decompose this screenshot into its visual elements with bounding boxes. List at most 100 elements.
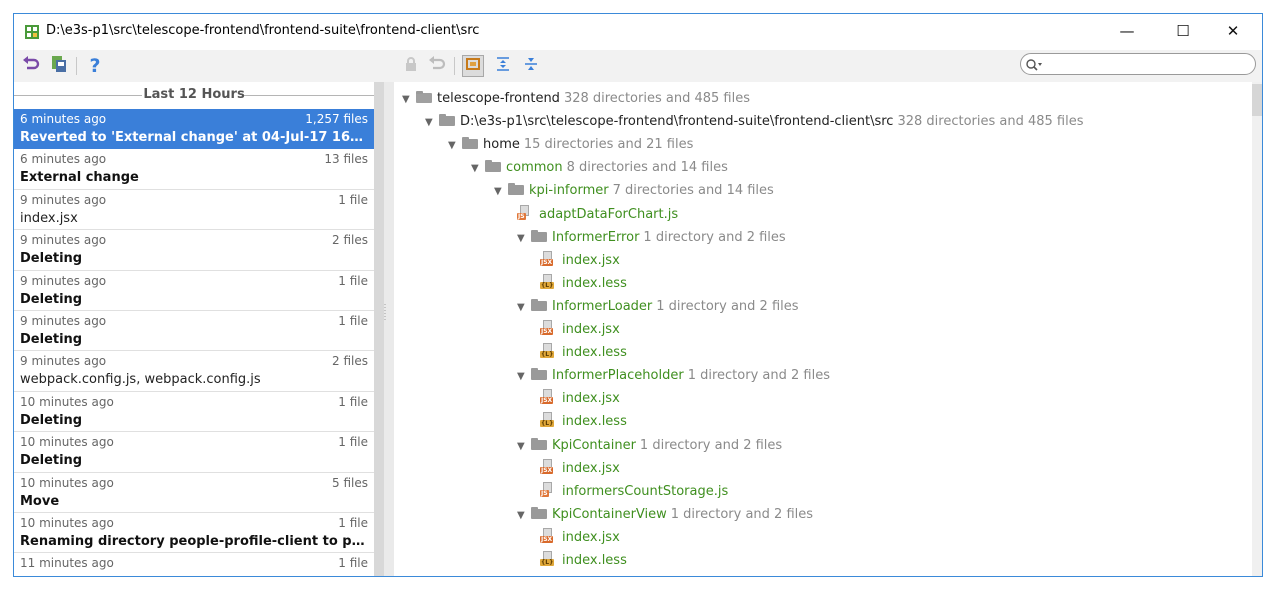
toolbar: ? <box>14 50 1262 83</box>
tree-scrollbar-thumb[interactable] <box>1252 84 1262 116</box>
tree-node-name: index.jsx <box>562 252 620 268</box>
tree-directory[interactable]: ▼ InformerError 1 directory and 2 files <box>517 228 786 248</box>
history-item[interactable]: 10 minutes ago 1 file Deleting <box>14 432 374 473</box>
less-file-icon: {L} <box>540 551 558 567</box>
expand-arrow-icon[interactable]: ▼ <box>402 90 416 110</box>
tree-node-summary: 15 directories and 21 files <box>523 137 694 153</box>
tree-file[interactable]: JSX index.jsx <box>540 320 620 340</box>
expand-arrow-icon[interactable]: ▼ <box>517 506 531 526</box>
create-patch-button[interactable] <box>48 55 70 77</box>
history-item[interactable]: 6 minutes ago 1,257 files Reverted to 'Ext… <box>14 109 374 150</box>
expand-arrow-icon[interactable]: ▼ <box>425 113 439 133</box>
minimize-button[interactable]: — <box>1104 14 1150 48</box>
tree-file[interactable]: JSX index.jsx <box>540 458 620 479</box>
history-scrollbar[interactable] <box>374 82 384 576</box>
maximize-button[interactable]: ☐ <box>1160 14 1206 48</box>
tree-directory[interactable]: ▼ InformerPlaceholder 1 directory and 2 fi… <box>517 366 830 386</box>
tree-node-name: informersCountStorage.js <box>562 483 729 499</box>
history-item[interactable]: 6 minutes ago 13 files External change <box>14 149 374 190</box>
history-item[interactable]: 9 minutes ago 2 files webpack.config.js, w… <box>14 351 374 392</box>
tree-directory[interactable]: ▼ KpiContainerView 1 directory and 2 files <box>517 505 813 525</box>
tree-file[interactable]: {L} index.less <box>540 273 627 294</box>
history-item[interactable]: 9 minutes ago 1 file Deleting <box>14 311 374 352</box>
diff-icon <box>465 56 481 76</box>
tree-directory[interactable]: ▼ telescope-frontend 328 directories and 4… <box>402 89 750 109</box>
jsx-file-icon: JSX <box>540 250 558 267</box>
tree-directory[interactable]: ▼ kpi-informer 7 directories and 14 files <box>494 181 774 201</box>
expand-arrow-icon[interactable]: ▼ <box>448 136 462 156</box>
undo-button[interactable] <box>426 55 448 77</box>
tree-directory[interactable]: ▼ common 8 directories and 14 files <box>471 158 728 178</box>
history-item-label: Renaming directory people-profile-client… <box>20 533 366 549</box>
tree-node-name: common <box>506 160 563 176</box>
folder-icon <box>531 368 547 381</box>
show-diff-button[interactable] <box>462 55 484 77</box>
tree-directory[interactable]: ▼ KpiContainer 1 directory and 2 files <box>517 436 782 456</box>
history-item[interactable]: 9 minutes ago 1 file index.jsx <box>14 190 374 231</box>
expand-arrow-icon[interactable]: ▼ <box>494 182 508 202</box>
tree-node-summary: 1 directory and 2 files <box>643 229 786 245</box>
file-type-tag: JS <box>540 489 549 497</box>
file-type-tag: JSX <box>540 466 554 474</box>
expand-arrow-icon[interactable]: ▼ <box>517 437 531 457</box>
help-button[interactable]: ? <box>84 55 106 77</box>
history-item[interactable]: 10 minutes ago 5 files Move <box>14 473 374 513</box>
tree-file[interactable]: {L} index.less <box>540 412 627 432</box>
tree-scrollbar[interactable] <box>1252 82 1262 576</box>
history-item-time: 10 minutes ago <box>20 435 114 450</box>
history-item-time: 10 minutes ago <box>20 475 114 490</box>
tree-file[interactable]: {L} index.less <box>540 551 627 571</box>
history-item[interactable]: 9 minutes ago 1 file Deleting <box>14 271 374 311</box>
history-item[interactable]: 10 minutes ago 1 file Renaming directory p… <box>14 513 374 554</box>
history-item-time: 6 minutes ago <box>20 152 107 167</box>
minimize-icon: — <box>1119 22 1135 40</box>
revert-button[interactable] <box>20 55 42 77</box>
history-item[interactable]: 11 minutes ago 1 file <box>14 553 374 576</box>
expand-all-button[interactable] <box>492 55 514 77</box>
tree-directory[interactable]: ▼ home 15 directories and 21 files <box>448 135 693 155</box>
expand-arrow-icon[interactable]: ▼ <box>517 298 531 318</box>
folder-icon <box>485 160 501 173</box>
folder-icon <box>531 437 547 450</box>
tree-file[interactable]: JSX index.jsx <box>540 389 620 409</box>
tree-node-name: D:\e3s-p1\src\telescope-frontend\fronten… <box>460 114 894 130</box>
tree-file[interactable]: JSX index.jsx <box>540 250 620 271</box>
jsx-file-icon: JSX <box>540 527 558 544</box>
history-list: 6 minutes ago 1,257 files Reverted to 'Ext… <box>14 109 374 576</box>
revert-icon <box>22 55 40 77</box>
expand-arrow-icon[interactable]: ▼ <box>517 367 531 387</box>
tree-file[interactable]: JS informersCountStorage.js <box>540 481 729 502</box>
search-input[interactable] <box>1047 55 1251 75</box>
expand-arrow-icon[interactable]: ▼ <box>517 229 531 249</box>
file-type-tag: {L} <box>540 420 555 428</box>
tree-directory[interactable]: ▼ InformerLoader 1 directory and 2 files <box>517 297 799 317</box>
file-type-tag: {L} <box>540 281 555 289</box>
tree-node-name: index.less <box>562 275 627 291</box>
history-item-time: 6 minutes ago <box>20 112 107 126</box>
tree-file[interactable]: {L} index.less <box>540 343 627 363</box>
tree-node-name: kpi-informer <box>529 183 609 199</box>
collapse-all-button[interactable] <box>520 55 542 77</box>
close-icon: ✕ <box>1226 22 1240 40</box>
history-item[interactable]: 9 minutes ago 2 files Deleting <box>14 230 374 271</box>
tree-node-summary: 1 directory and 2 files <box>670 506 814 522</box>
file-type-tag: JSX <box>540 397 554 405</box>
expand-all-icon <box>495 56 511 76</box>
file-type-tag: JSX <box>540 328 554 335</box>
history-item-time: 10 minutes ago <box>20 515 114 530</box>
tree-node-name: index.less <box>562 345 627 361</box>
history-item[interactable]: 10 minutes ago 1 file Deleting <box>14 392 374 433</box>
tree-file[interactable]: JS adaptDataForChart.js <box>517 204 678 225</box>
tree-node-name: InformerError <box>552 229 640 245</box>
history-item-time: 9 minutes ago <box>20 192 107 207</box>
close-button[interactable]: ✕ <box>1210 14 1256 48</box>
search-box[interactable] <box>1020 53 1256 75</box>
tree-file[interactable]: JSX index.jsx <box>540 527 620 548</box>
expand-arrow-icon[interactable]: ▼ <box>471 159 485 179</box>
tree-node-name: InformerPlaceholder <box>552 368 684 384</box>
folder-icon <box>508 183 524 196</box>
tree-directory[interactable]: ▼ D:\e3s-p1\src\telescope-frontend\fronte… <box>425 112 1084 132</box>
lock-button[interactable] <box>400 55 422 77</box>
file-type-tag: {L} <box>540 559 555 566</box>
history-item-file-count: 1 file <box>338 394 368 409</box>
